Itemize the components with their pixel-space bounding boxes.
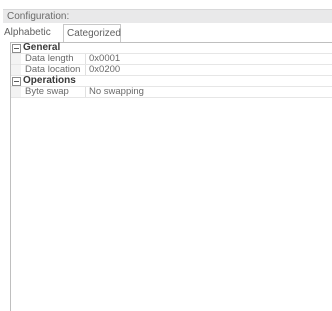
row-gutter [11, 54, 21, 64]
panel-title: Configuration: [7, 11, 70, 22]
property-name: Byte swap [25, 86, 69, 97]
row-gutter [11, 43, 21, 53]
property-value[interactable]: No swapping [89, 87, 329, 97]
column-divider[interactable] [85, 54, 86, 64]
panel-title-bar: Configuration: [3, 9, 332, 24]
row-gutter [11, 87, 21, 97]
column-divider[interactable] [85, 65, 86, 75]
property-name: Data length [25, 53, 74, 64]
tab-alphabetic[interactable]: Alphabetic [4, 25, 51, 41]
property-value[interactable]: 0x0001 [89, 54, 329, 64]
row-gutter [11, 76, 21, 86]
view-tabs: Alphabetic Categorized [3, 23, 332, 43]
property-panel: Configuration: Alphabetic Categorized Ge… [0, 0, 332, 311]
property-value[interactable]: 0x0200 [89, 65, 329, 75]
property-row-byte-swap[interactable]: Byte swap No swapping [11, 87, 332, 98]
collapse-minus-icon[interactable] [12, 44, 21, 53]
category-label: Operations [23, 75, 76, 86]
column-divider[interactable] [85, 87, 86, 97]
collapse-minus-icon[interactable] [12, 77, 21, 86]
tab-categorized[interactable]: Categorized [63, 24, 121, 42]
category-label: General [23, 42, 61, 53]
property-name: Data location [25, 64, 81, 75]
row-gutter [11, 65, 21, 75]
